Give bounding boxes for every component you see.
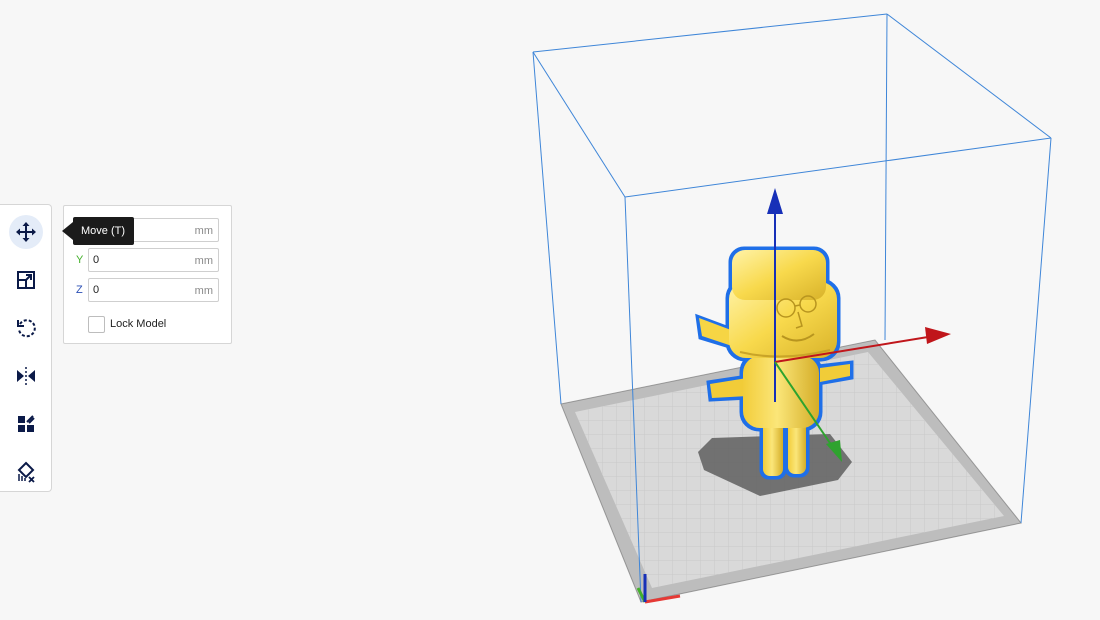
y-unit-label: mm [194,255,213,267]
z-position-field[interactable]: mm [88,278,219,302]
rotate-tool-button[interactable] [9,311,43,345]
support-blocker-icon [17,461,35,483]
z-position-row: Z mm [64,278,233,302]
tooltip-arrow [62,222,73,240]
z-position-input[interactable] [93,282,183,298]
y-position-field[interactable]: mm [88,248,219,272]
lock-model-checkbox[interactable] [88,315,105,333]
tool-bar [0,204,52,492]
lock-model-row[interactable]: Lock Model [88,314,166,334]
scale-icon [17,271,35,289]
rotate-icon [17,319,36,338]
z-axis-label: Z [76,284,83,296]
x-axis-handle [925,327,951,344]
z-unit-label: mm [194,285,213,297]
move-icon [16,222,36,242]
move-tooltip: Move (T) [62,217,134,245]
tooltip-text: Move (T) [73,217,134,245]
x-unit-label: mm [194,225,213,237]
move-tool-button[interactable] [9,215,43,249]
y-axis-label: Y [76,254,84,266]
support-blocker-tool-button[interactable] [9,455,43,489]
per-model-settings-tool-button[interactable] [9,407,43,441]
lock-model-label: Lock Model [110,318,167,330]
z-axis-handle [767,188,783,214]
per-model-settings-icon [18,415,35,432]
y-position-row: Y mm [64,248,233,272]
mirror-tool-button[interactable] [9,359,43,393]
y-position-input[interactable] [93,252,183,268]
mirror-icon [17,367,35,385]
scale-tool-button[interactable] [9,263,43,297]
